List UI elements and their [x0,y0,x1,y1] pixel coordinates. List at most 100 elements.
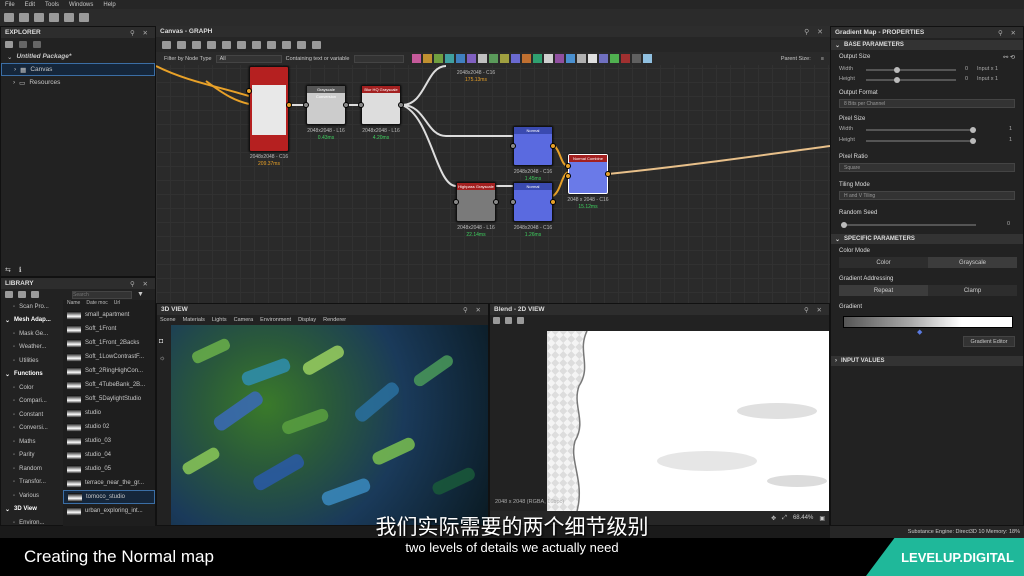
library-category-0[interactable]: ◦ Scan Pro... [1,300,63,314]
input-values-section[interactable]: › INPUT VALUES [831,356,1023,366]
height-slider[interactable] [866,77,956,83]
base-parameters-section[interactable]: ⌄ BASE PARAMETERS [831,40,1023,50]
menu-tools[interactable]: Tools [45,2,59,8]
menu-file[interactable]: File [5,2,15,8]
menu-help[interactable]: Help [103,2,115,8]
chevron-right-icon[interactable]: › [13,79,15,86]
library-item[interactable]: Soft_5DaylightStudio [63,392,155,406]
camera-icon[interactable] [192,40,201,49]
library-item[interactable]: studio_04 [63,448,155,462]
library-category-2[interactable]: ◦ Mask Ge... [1,327,63,341]
import-icon[interactable] [19,40,27,48]
menu-edit[interactable]: Edit [25,2,35,8]
graph-menu-icon[interactable]: ≡ [821,56,830,62]
3d-menu-item[interactable]: Environment [260,317,291,323]
library-category-13[interactable]: ◦ Transfor... [1,476,63,490]
pixel-ratio-dropdown[interactable]: Square [839,163,1015,172]
pixel-width-slider[interactable] [866,127,976,133]
redo-icon[interactable] [79,13,89,22]
node-shortcut-icon[interactable] [609,54,619,63]
random-seed-slider[interactable] [841,222,976,228]
camera-icon[interactable]: ◘ [159,338,165,345]
node-4[interactable]: Normal [513,126,553,166]
library-search-input[interactable] [72,290,132,299]
library-item[interactable]: Soft_1LowContrastF... [63,350,155,364]
new-package-icon[interactable] [5,40,13,48]
library-item[interactable]: studio_03 [63,434,155,448]
width-value[interactable]: 0 [957,66,968,72]
panel-controls-icon[interactable]: ⚲ ✕ [130,29,151,37]
cut-icon[interactable] [207,40,216,49]
node-shortcut-icon[interactable] [576,54,586,63]
grid-view-icon[interactable] [5,291,13,298]
node-shortcut-icon[interactable] [587,54,597,63]
library-category-11[interactable]: ◦ Parity [1,449,63,463]
node-shortcut-icon[interactable] [466,54,476,63]
3d-menu-item[interactable]: Lights [212,317,227,323]
panel-controls-icon[interactable]: ⚲ ✕ [463,306,484,314]
col-name[interactable]: Name [67,300,80,308]
library-category-1[interactable]: ⌄ Mesh Adap... [1,314,63,328]
node-shortcut-icon[interactable] [554,54,564,63]
random-seed-value[interactable]: 0 [999,221,1010,227]
node-shortcut-icon[interactable] [598,54,608,63]
port-out-2[interactable] [398,102,404,108]
layout-icon[interactable] [297,40,306,49]
panel-controls-icon[interactable]: ⚲ ✕ [804,306,825,314]
library-category-4[interactable]: ◦ Utilities [1,354,63,368]
tree-resources[interactable]: › ▭ Resources [1,76,155,89]
node-0[interactable] [249,66,289,152]
node-6[interactable]: Normal [513,182,553,222]
node-shortcut-icon[interactable] [444,54,454,63]
chevron-right-icon[interactable]: › [835,358,837,364]
library-item[interactable]: Soft_4TubeBank_2B... [63,378,155,392]
pixel-height-value[interactable]: 1 [1001,137,1012,143]
port-in-0[interactable] [246,88,252,94]
grayscale-button[interactable]: Grayscale [928,257,1017,268]
width-slider[interactable] [866,67,956,73]
info-icon[interactable]: ℹ [19,266,22,274]
containing-input[interactable] [353,54,404,63]
list-view-icon[interactable] [18,291,26,298]
port-out-7[interactable] [605,171,611,177]
chevron-down-icon[interactable]: ⌄ [7,53,12,61]
port-in-4[interactable] [510,143,516,149]
graph-canvas[interactable]: 2048x2048 - C16 209.37ms Grayscale Conve… [156,26,830,303]
node-shortcut-icon[interactable] [642,54,652,63]
pixel-width-value[interactable]: 1 [1001,126,1012,132]
panel-controls-icon[interactable]: ⚲ ✕ [130,280,151,288]
3d-menu-item[interactable]: Renderer [323,317,346,323]
node-shortcut-icon[interactable] [631,54,641,63]
node-shortcut-icon[interactable] [477,54,487,63]
panel-controls-icon[interactable]: ⚲ ✕ [804,28,826,36]
library-category-14[interactable]: ◦ Various [1,489,63,503]
node-shortcut-icon[interactable] [532,54,542,63]
export-icon[interactable] [312,40,321,49]
port-in-1[interactable] [303,102,309,108]
tree-icon[interactable]: ⇆ [5,266,11,274]
node-shortcut-icon[interactable] [488,54,498,63]
node-5[interactable]: Highpass Grayscale [456,182,496,222]
port-in-7a[interactable] [565,163,571,169]
chevron-down-icon[interactable]: ⌄ [835,236,840,243]
light-icon[interactable]: ☼ [159,355,165,362]
tree-canvas[interactable]: › ▦ Canvas [1,63,155,76]
align-icon[interactable] [237,40,246,49]
link-icon[interactable]: ⚯ ⟲ [1003,54,1015,61]
pencil-icon[interactable] [31,291,39,298]
node-2[interactable]: Blur HQ Grayscale [361,85,401,125]
chevron-down-icon[interactable]: ⌄ [835,42,840,49]
filter-dropdown[interactable]: All [215,54,282,63]
3d-menu-item[interactable]: Materials [183,317,205,323]
library-item[interactable]: Soft_1Front [63,322,155,336]
node-shortcut-icon[interactable] [499,54,509,63]
library-category-3[interactable]: ◦ Weather... [1,341,63,355]
node-shortcut-icon[interactable] [433,54,443,63]
chevron-right-icon[interactable]: › [14,66,16,73]
3d-menu-item[interactable]: Camera [234,317,254,323]
gradient-key-icon[interactable]: ◆ [917,328,922,336]
port-out-0[interactable] [286,102,292,108]
library-item[interactable]: studio 02 [63,420,155,434]
open-folder-icon[interactable] [19,13,29,22]
library-category-5[interactable]: ⌄ Functions [1,368,63,382]
